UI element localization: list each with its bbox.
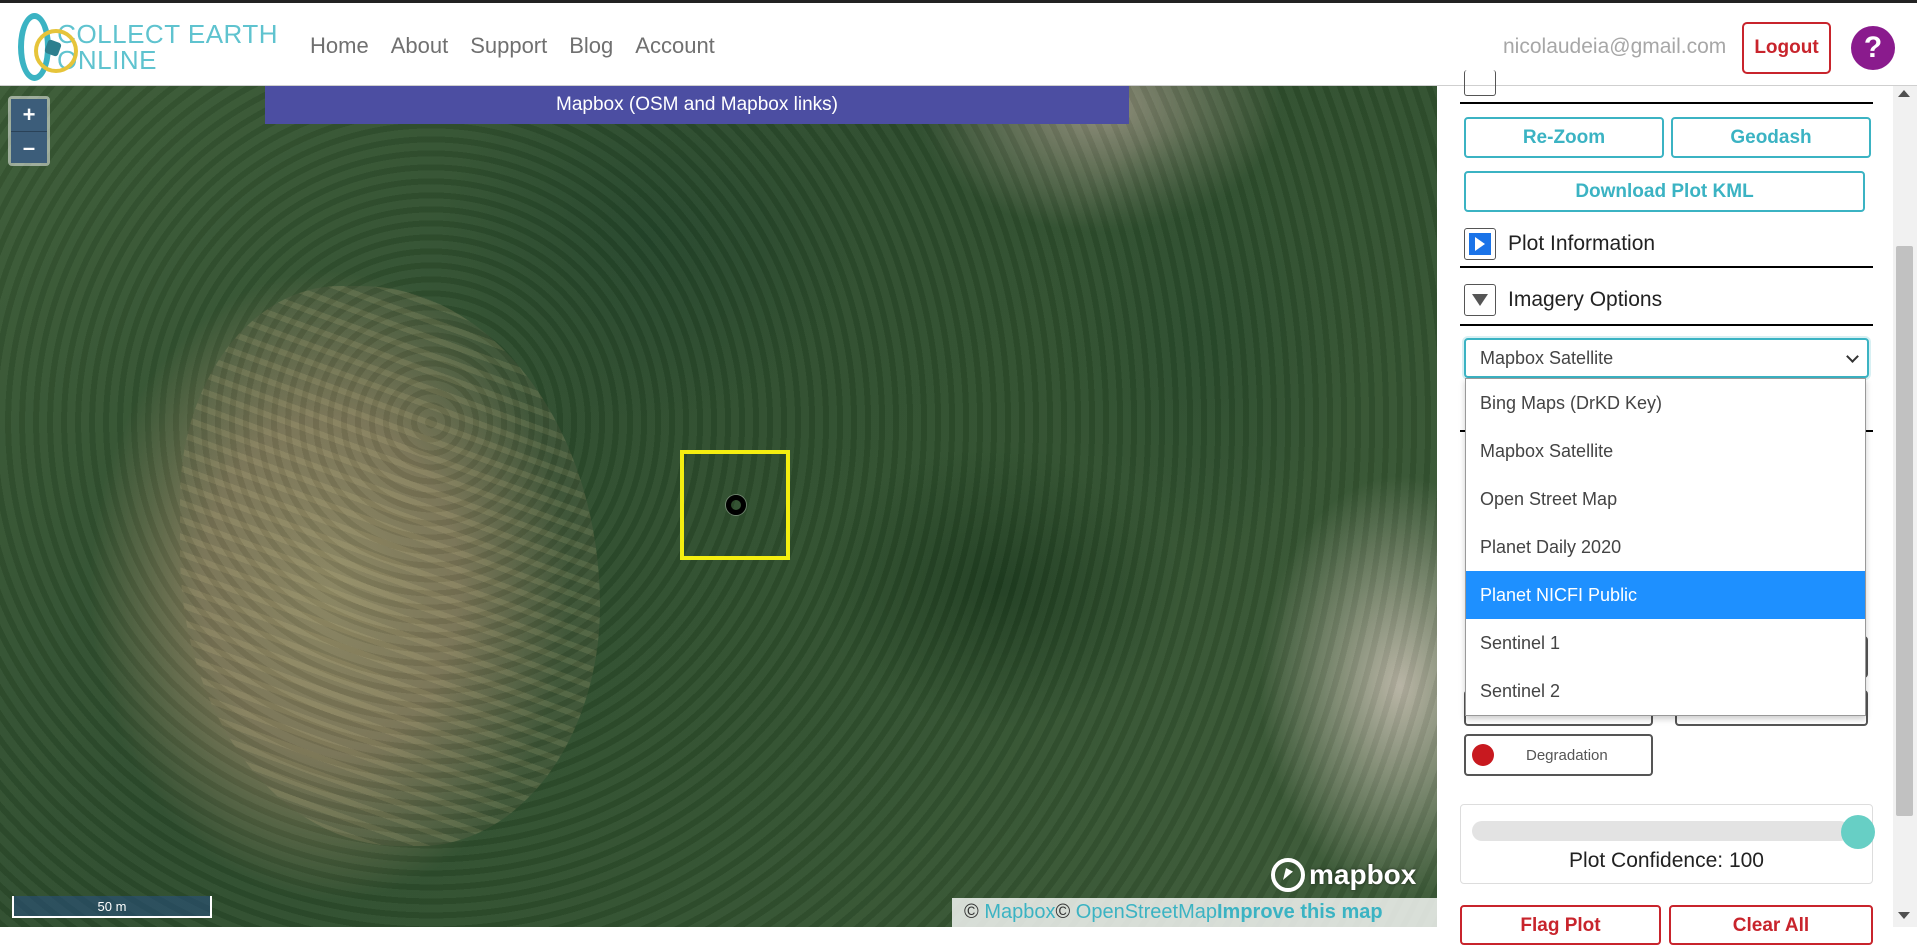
imagery-select-value: Mapbox Satellite — [1480, 347, 1614, 368]
zoom-out-button[interactable]: – — [11, 131, 47, 163]
flag-plot-button[interactable]: Flag Plot — [1460, 905, 1661, 945]
download-kml-button[interactable]: Download Plot KML — [1464, 171, 1865, 212]
imagery-option[interactable]: Sentinel 1 — [1466, 619, 1865, 667]
nav-account[interactable]: Account — [635, 33, 715, 59]
imagery-option[interactable]: Sentinel 2 — [1466, 667, 1865, 715]
brand-line-2: ONLINE — [57, 45, 157, 75]
brand-name: COLLECT EARTH ONLINE — [57, 21, 278, 73]
rezoom-button[interactable]: Re-Zoom — [1464, 117, 1664, 158]
nav-about[interactable]: About — [391, 33, 449, 59]
expand-arrow-icon[interactable] — [1464, 228, 1496, 260]
zoom-control: + – — [8, 96, 50, 166]
imagery-select[interactable]: Mapbox Satellite — [1464, 338, 1869, 378]
mapbox-logo[interactable]: mapbox — [1271, 858, 1416, 892]
sample-point[interactable] — [726, 495, 746, 515]
section-divider — [1460, 102, 1873, 104]
clear-all-button[interactable]: Clear All — [1669, 905, 1873, 945]
chevron-down-icon — [1846, 350, 1859, 363]
geodash-button[interactable]: Geodash — [1671, 117, 1871, 158]
logout-button[interactable]: Logout — [1742, 22, 1831, 74]
plot-confidence-panel: Plot Confidence: 100 — [1460, 804, 1875, 884]
plot-information-title: Plot Information — [1508, 232, 1656, 255]
imagery-dropdown-list: Bing Maps (DrKD Key) Mapbox Satellite Op… — [1465, 378, 1866, 716]
scrollbar-thumb[interactable] — [1896, 246, 1913, 816]
imagery-options-title: Imagery Options — [1508, 288, 1663, 311]
degradation-label: Degradation — [1526, 746, 1608, 764]
nav-links: Home About Support Blog Account — [310, 33, 737, 59]
collapse-arrow-icon[interactable] — [1464, 284, 1496, 316]
help-icon[interactable]: ? — [1851, 26, 1895, 70]
scale-bar: 50 m — [12, 896, 212, 918]
imagery-option[interactable]: Planet Daily 2020 — [1466, 523, 1865, 571]
globe-logo-icon — [18, 13, 79, 81]
section-divider — [1460, 324, 1873, 326]
nav-support[interactable]: Support — [470, 33, 547, 59]
confidence-slider-thumb[interactable] — [1841, 815, 1875, 849]
attribution-copyright-1: © — [964, 901, 979, 923]
imagery-options-header[interactable]: Imagery Options — [1464, 284, 1662, 316]
attribution-improve-link[interactable]: Improve this map — [1217, 901, 1383, 924]
collapsed-section-toggle[interactable] — [1464, 70, 1496, 96]
map-attribution: © Mapbox © OpenStreetMap Improve this ma… — [952, 898, 1437, 927]
mapbox-logo-text: mapbox — [1309, 859, 1417, 890]
imagery-option[interactable]: Open Street Map — [1466, 475, 1865, 523]
map-viewport[interactable]: Mapbox (OSM and Mapbox links) + – 50 m m… — [0, 86, 1437, 927]
top-navbar: COLLECT EARTH ONLINE Home About Support … — [0, 0, 1917, 86]
confidence-slider-track[interactable] — [1472, 821, 1850, 841]
imagery-option-highlighted[interactable]: Planet NICFI Public — [1466, 571, 1865, 619]
imagery-option[interactable]: Bing Maps (DrKD Key) — [1466, 379, 1865, 427]
plot-information-header[interactable]: Plot Information — [1464, 228, 1655, 260]
attribution-mapbox-link[interactable]: Mapbox — [984, 901, 1055, 924]
attribution-osm-link[interactable]: OpenStreetMap — [1076, 901, 1217, 924]
mapbox-logo-icon — [1271, 858, 1305, 892]
nav-home[interactable]: Home — [310, 33, 369, 59]
imagery-option[interactable]: Mapbox Satellite — [1466, 427, 1865, 475]
degradation-color-dot — [1472, 744, 1494, 766]
scroll-up-icon[interactable] — [1898, 90, 1910, 97]
brand-logo[interactable]: COLLECT EARTH ONLINE — [18, 11, 278, 83]
zoom-in-button[interactable]: + — [11, 99, 47, 131]
confidence-label: Plot Confidence: 100 — [1569, 849, 1764, 872]
user-email: nicolaudeia@gmail.com — [1503, 35, 1727, 58]
terraced-field — [180, 286, 600, 846]
attribution-copyright-2: © — [1055, 901, 1071, 923]
section-divider — [1460, 266, 1873, 268]
scroll-down-icon[interactable] — [1898, 912, 1910, 919]
nav-blog[interactable]: Blog — [569, 33, 613, 59]
imagery-attribution-banner: Mapbox (OSM and Mapbox links) — [265, 86, 1129, 124]
brand-line-1: COLLECT EARTH — [57, 19, 278, 49]
degradation-answer-button[interactable]: Degradation — [1464, 734, 1653, 776]
